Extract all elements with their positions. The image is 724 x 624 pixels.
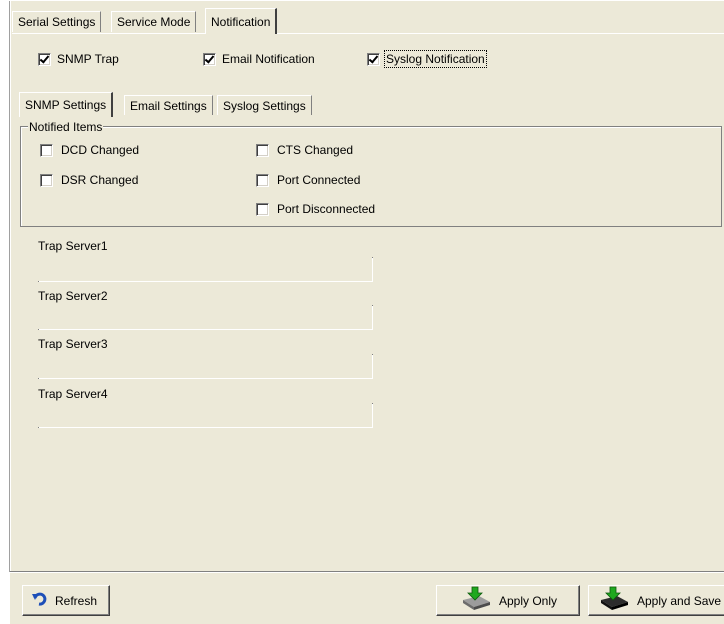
tab-snmp-settings[interactable]: SNMP Settings <box>19 92 114 117</box>
dsr-changed-checkbox[interactable] <box>40 174 53 187</box>
disk-drive-black-arrow-icon <box>597 586 631 615</box>
tab-serial-settings[interactable]: Serial Settings <box>12 11 102 32</box>
refresh-button-label: Refresh <box>55 593 98 608</box>
snmp-trap-checkbox[interactable] <box>38 53 51 66</box>
apply-only-button[interactable]: Apply Only <box>436 585 580 616</box>
trap-server1-input[interactable] <box>38 257 373 282</box>
syslog-notification-label: Syslog Notification <box>384 50 487 68</box>
refresh-arrow-icon <box>31 591 49 610</box>
trap-server2-label: Trap Server2 <box>38 289 108 303</box>
port-connected-label: Port Connected <box>277 173 361 187</box>
snmp-trap-label: SNMP Trap <box>57 52 119 66</box>
port-disconnected-label: Port Disconnected <box>277 202 376 216</box>
email-notification-checkbox[interactable] <box>203 53 216 66</box>
refresh-button[interactable]: Refresh <box>22 585 110 616</box>
tab-service-mode[interactable]: Service Mode <box>111 11 197 32</box>
trap-server2-input[interactable] <box>38 305 373 330</box>
trap-server4-input[interactable] <box>38 403 373 428</box>
port-connected-checkbox[interactable] <box>256 174 269 187</box>
trap-server4-label: Trap Server4 <box>38 387 108 401</box>
apply-only-label: Apply Only <box>498 593 558 608</box>
port-disconnected-checkbox[interactable] <box>256 203 269 216</box>
dcd-changed-label: DCD Changed <box>61 143 140 157</box>
syslog-notification-checkbox[interactable] <box>367 53 380 66</box>
trap-server3-input[interactable] <box>38 354 373 379</box>
apply-and-save-button[interactable]: Apply and Save <box>588 585 724 616</box>
cts-changed-label: CTS Changed <box>277 143 354 157</box>
tab-email-settings[interactable]: Email Settings <box>124 95 213 115</box>
email-notification-label: Email Notification <box>222 52 315 66</box>
trap-server1-label: Trap Server1 <box>38 239 108 253</box>
tab-syslog-settings[interactable]: Syslog Settings <box>217 95 312 115</box>
disk-drive-green-arrow-icon <box>459 586 493 615</box>
apply-and-save-label: Apply and Save <box>637 593 722 608</box>
trap-server3-label: Trap Server3 <box>38 337 108 351</box>
notified-items-title: Notified Items <box>28 120 104 134</box>
dcd-changed-checkbox[interactable] <box>40 144 53 157</box>
notification-tab-body <box>12 33 724 572</box>
cts-changed-checkbox[interactable] <box>256 144 269 157</box>
dsr-changed-label: DSR Changed <box>61 173 139 187</box>
tab-notification[interactable]: Notification <box>205 8 278 34</box>
